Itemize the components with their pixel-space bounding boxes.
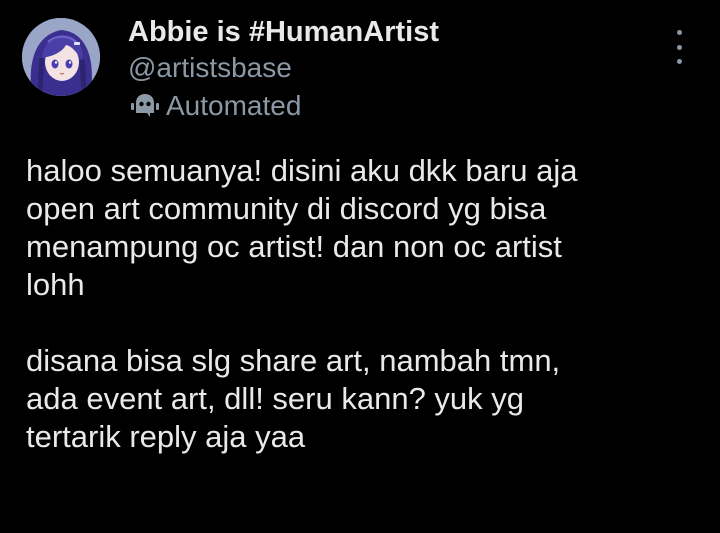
author-header: Abbie is #HumanArtist @artistsbase Autom… [128,14,439,124]
tweet-line: menampung oc artist! dan non oc artist [26,229,562,264]
tweet-line: ada event art, dll! seru kann? yuk yg [26,381,525,416]
more-options-button[interactable] [666,30,692,64]
more-vertical-icon [676,30,682,35]
avatar[interactable] [22,18,100,96]
automated-badge[interactable]: Automated [128,88,439,124]
display-name[interactable]: Abbie is #HumanArtist [128,14,439,50]
robot-icon [128,91,162,121]
more-vertical-icon-dot [676,59,682,64]
tweet-text: haloo semuanya! disini aku dkk baru aja … [26,152,706,456]
avatar-illustration [22,18,100,96]
tweet-line: disana bisa slg share art, nambah tmn, [26,343,561,378]
more-vertical-icon-dot [676,44,682,50]
username-handle[interactable]: @artistsbase [128,50,439,86]
tweet-paragraph: disana bisa slg share art, nambah tmn, a… [26,342,706,456]
tweet-line: open art community di discord yg bisa [26,191,547,226]
tweet-line: tertarik reply aja yaa [26,419,306,454]
tweet-line: lohh [26,267,85,302]
tweet-paragraph: haloo semuanya! disini aku dkk baru aja … [26,152,706,304]
tweet-line: haloo semuanya! disini aku dkk baru aja [26,153,578,188]
automated-label: Automated [166,90,302,121]
